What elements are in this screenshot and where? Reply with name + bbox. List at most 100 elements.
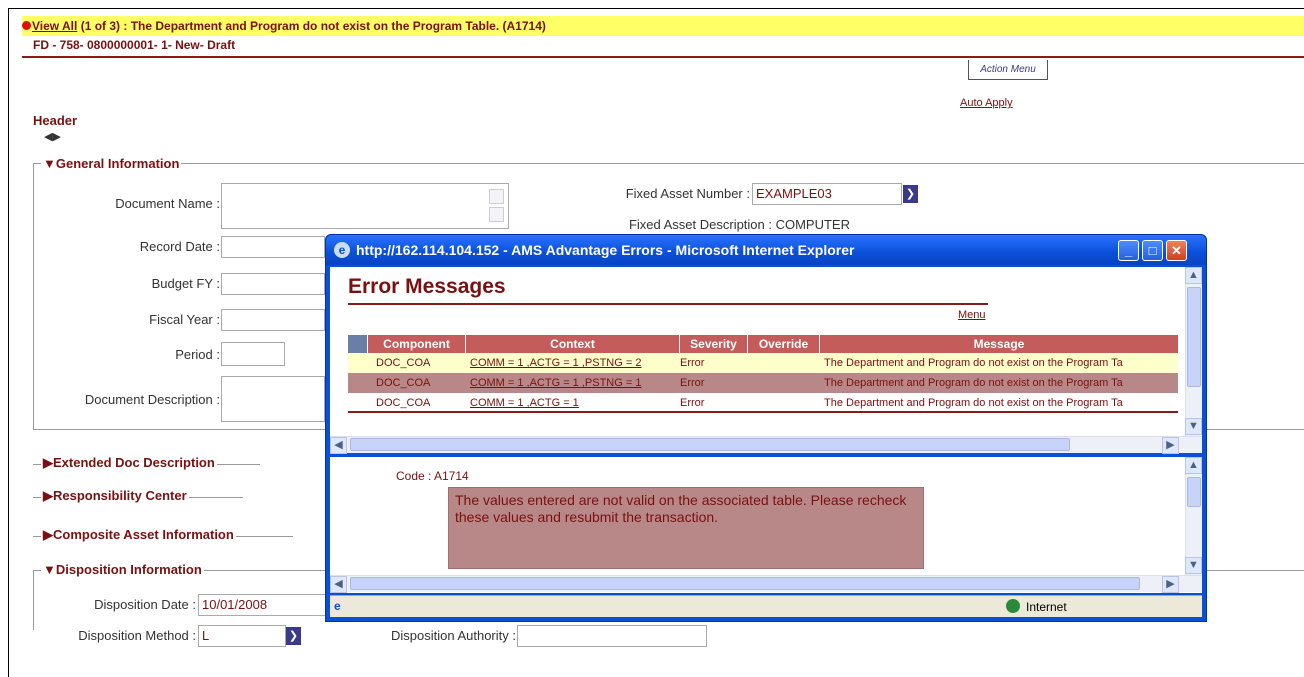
- detail-vscroll[interactable]: ▲ ▼: [1185, 457, 1202, 575]
- error-table-header: Component Context Severity Override Mess…: [348, 335, 1178, 353]
- row-component: DOC_COA: [376, 397, 431, 409]
- popup-titlebar[interactable]: e http://162.114.104.152 - AMS Advantage…: [326, 235, 1206, 265]
- error-list-vscroll[interactable]: ▲ ▼: [1185, 267, 1202, 436]
- scroll-left-icon[interactable]: ◀: [330, 576, 347, 593]
- error-dot-icon: [22, 21, 31, 30]
- frame-top-border: [8, 8, 1304, 9]
- row-context-link[interactable]: COMM = 1 ,ACTG = 1: [470, 393, 680, 413]
- disposition-authority-field[interactable]: [517, 625, 707, 647]
- view-all-link[interactable]: View All: [32, 19, 77, 33]
- section-composite-asset-information[interactable]: ▶Composite Asset Information: [41, 527, 236, 543]
- col-component: Component: [368, 335, 466, 353]
- page-status-icon: e: [334, 599, 341, 613]
- scroll-right-icon[interactable]: ▶: [1162, 576, 1179, 593]
- maximize-button[interactable]: □: [1142, 240, 1163, 261]
- error-detail-text[interactable]: The values entered are not valid on the …: [448, 487, 924, 569]
- row-context-link[interactable]: COMM = 1 ,ACTG = 1 ,PSTNG = 1: [470, 373, 680, 393]
- fiscal-year-field[interactable]: [221, 309, 325, 331]
- fixed-asset-number-field[interactable]: EXAMPLE03: [752, 183, 902, 205]
- error-list-hscroll[interactable]: ◀ ▶: [330, 436, 1202, 454]
- document-description-field[interactable]: [221, 376, 325, 422]
- error-popup-window: e http://162.114.104.152 - AMS Advantage…: [325, 234, 1207, 622]
- header-corner: [348, 335, 368, 353]
- document-id: FD - 758- 0800000001- 1- New- Draft: [33, 38, 236, 52]
- row-component: DOC_COA: [376, 357, 431, 369]
- row-override: [748, 393, 820, 413]
- section-general-information[interactable]: ▼General Information: [41, 156, 182, 171]
- browser-status-bar: e Internet: [330, 595, 1202, 617]
- popup-menu-link[interactable]: Menu: [958, 309, 986, 321]
- scroll-up-icon[interactable]: ▲: [1185, 267, 1202, 284]
- error-detail-pane: Code : A1714 The values entered are not …: [330, 457, 1202, 593]
- row-severity: Error: [680, 377, 705, 389]
- document-description-label: Document Description :: [84, 392, 220, 407]
- record-date-label: Record Date :: [139, 239, 220, 254]
- header-label: Header: [33, 113, 78, 128]
- forward-arrow-icon[interactable]: ▶: [52, 131, 60, 143]
- disposition-authority-label: Disposition Authority :: [390, 628, 516, 643]
- row-override: [748, 353, 820, 373]
- fixed-asset-number-label: Fixed Asset Number :: [625, 186, 750, 201]
- section-extended-doc-description[interactable]: ▶Extended Doc Description: [41, 455, 217, 471]
- general-section-border-top: [33, 163, 1304, 164]
- scroll-thumb[interactable]: [1187, 287, 1201, 387]
- detail-hscroll[interactable]: ◀ ▶: [330, 575, 1202, 593]
- auto-apply-link[interactable]: Auto Apply: [960, 97, 1013, 109]
- minimize-button[interactable]: _: [1118, 240, 1139, 261]
- section-composite-label: Composite Asset Information: [53, 527, 234, 542]
- row-override: [748, 373, 820, 393]
- document-name-field[interactable]: [221, 183, 509, 229]
- disposition-method-lookup-button[interactable]: ❯: [286, 627, 301, 645]
- disposition-method-label: Disposition Method :: [78, 628, 196, 643]
- document-name-scroll-up[interactable]: [489, 189, 504, 204]
- row-context-link[interactable]: COMM = 1 ,ACTG = 1 ,PSTNG = 2: [470, 353, 680, 373]
- record-date-field[interactable]: [221, 236, 325, 258]
- heading-divider: [348, 303, 988, 305]
- scroll-down-icon[interactable]: ▼: [1185, 418, 1202, 435]
- section-disposition-label: Disposition Information: [55, 562, 202, 577]
- scroll-left-icon[interactable]: ◀: [330, 437, 347, 454]
- globe-icon: [1006, 599, 1020, 613]
- action-menu-button[interactable]: Action Menu: [968, 60, 1048, 80]
- hscroll-thumb[interactable]: [350, 577, 1140, 590]
- document-name-scroll-down[interactable]: [489, 207, 504, 222]
- table-row[interactable]: DOC_COA COMM = 1 ,ACTG = 1 ,PSTNG = 2 Er…: [348, 353, 1178, 373]
- fixed-asset-description: Fixed Asset Description : COMPUTER: [628, 217, 850, 232]
- disposition-method-field[interactable]: L: [198, 625, 286, 647]
- row-message: The Department and Program do not exist …: [824, 377, 1123, 389]
- budget-fy-field[interactable]: [221, 273, 325, 295]
- col-severity: Severity: [680, 335, 748, 353]
- section-disposition-information[interactable]: ▼Disposition Information: [41, 562, 204, 577]
- error-banner-text: (1 of 3) : The Department and Program do…: [77, 19, 546, 33]
- table-row[interactable]: DOC_COA COMM = 1 ,ACTG = 1 Error The Dep…: [348, 393, 1178, 413]
- fiscal-year-label: Fiscal Year :: [149, 312, 220, 327]
- close-button[interactable]: ✕: [1166, 240, 1187, 261]
- error-messages-heading: Error Messages: [348, 275, 506, 298]
- scroll-down-icon[interactable]: ▼: [1185, 557, 1202, 574]
- col-override: Override: [748, 335, 820, 353]
- header-nav: ◀▶: [44, 130, 61, 143]
- period-field[interactable]: [221, 342, 285, 366]
- error-banner: View All (1 of 3) : The Department and P…: [22, 16, 1304, 36]
- section-extended-label: Extended Doc Description: [53, 455, 215, 470]
- col-message: Message: [973, 337, 1025, 351]
- scroll-right-icon[interactable]: ▶: [1162, 437, 1179, 454]
- period-label: Period :: [175, 347, 220, 362]
- disposition-date-field[interactable]: 10/01/2008: [198, 594, 326, 616]
- general-section-border-left: [33, 163, 34, 429]
- fixed-asset-lookup-button[interactable]: ❯: [903, 185, 918, 203]
- popup-title: http://162.114.104.152 - AMS Advantage E…: [356, 242, 855, 258]
- hscroll-thumb[interactable]: [350, 438, 1070, 451]
- table-row[interactable]: DOC_COA COMM = 1 ,ACTG = 1 ,PSTNG = 1 Er…: [348, 373, 1178, 393]
- scroll-up-icon[interactable]: ▲: [1185, 457, 1202, 474]
- budget-fy-label: Budget FY :: [151, 276, 220, 291]
- section-responsibility-center[interactable]: ▶Responsibility Center: [41, 488, 189, 504]
- disposition-date-label: Disposition Date :: [94, 597, 196, 612]
- col-context: Context: [466, 335, 680, 353]
- security-zone: Internet: [1026, 600, 1067, 614]
- row-component: DOC_COA: [376, 377, 431, 389]
- section-general-label: General Information: [55, 156, 180, 171]
- document-divider: [22, 56, 1304, 58]
- scroll-thumb[interactable]: [1187, 477, 1201, 507]
- row-message: The Department and Program do not exist …: [824, 357, 1123, 369]
